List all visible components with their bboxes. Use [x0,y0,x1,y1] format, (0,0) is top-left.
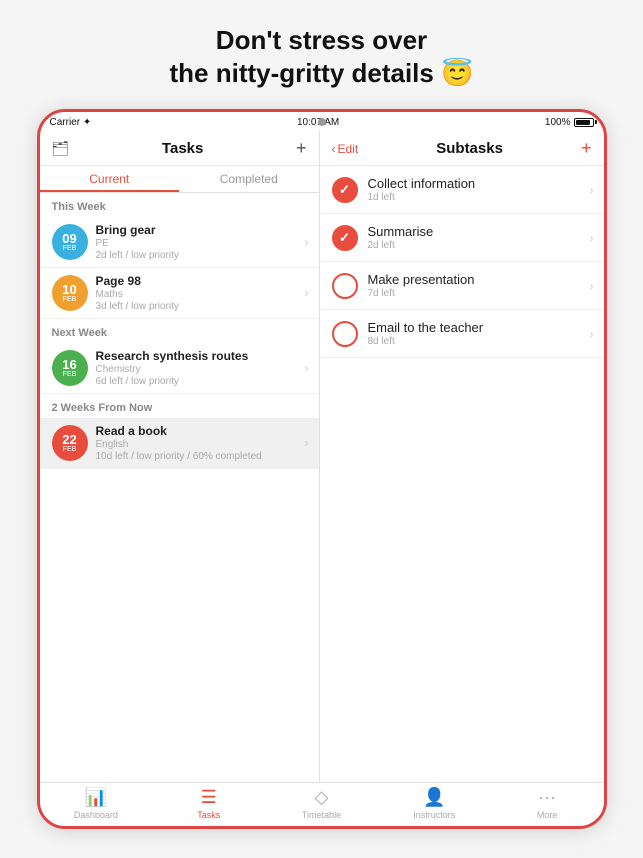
ipad-frame: Carrier ✦ 10:07 AM 100% 🗂 Tasks + Curren… [37,109,607,829]
right-panel-header: ‹ Edit Subtasks + [320,130,604,166]
nav-label-tasks: Tasks [197,810,220,820]
task-item-bring-gear[interactable]: 09 Feb Bring gear PE 2d left / low prior… [40,217,319,268]
chevron-left-icon: ‹ [332,142,336,156]
chevron-icon: › [305,361,309,375]
check-circle-email[interactable] [332,321,358,347]
task-item-page98[interactable]: 10 Feb Page 98 Maths 3d left / low prior… [40,268,319,319]
chevron-icon: › [590,327,594,341]
subtask-info-summarise: Summarise 2d left [368,224,590,251]
subtask-list: Collect information 1d left › Summarise … [320,166,604,782]
subtask-info-presentation: Make presentation 7d left [368,272,590,299]
headline: Don't stress overthe nitty-gritty detail… [140,24,504,89]
nav-item-more[interactable]: ··· More [491,787,604,820]
time: 10:07 AM [297,117,339,128]
task-item-research[interactable]: 16 Feb Research synthesis routes Chemist… [40,343,319,394]
chevron-icon: › [305,436,309,450]
task-info-research: Research synthesis routes Chemistry 6d l… [96,349,305,387]
bottom-nav: 📊 Dashboard ☰ Tasks ◇ Timetable 👤 Instru… [40,782,604,826]
date-badge-22: 22 Feb [52,425,88,461]
instructors-icon: 👤 [423,787,445,808]
battery-percent: 100% [545,117,571,128]
tasks-icon: ☰ [201,787,217,808]
tab-current[interactable]: Current [40,166,180,192]
add-task-button[interactable]: + [296,138,307,159]
nav-item-timetable[interactable]: ◇ Timetable [265,787,378,820]
subtask-summarise[interactable]: Summarise 2d left › [320,214,604,262]
add-subtask-button[interactable]: + [581,138,592,159]
task-info-bring-gear: Bring gear PE 2d left / low priority [96,223,305,261]
folder-icon: 🗂 [52,140,70,157]
task-list: This Week 09 Feb Bring gear PE 2d left /… [40,193,319,782]
right-panel: ‹ Edit Subtasks + Collect information 1d… [320,130,604,782]
task-item-read-book[interactable]: 22 Feb Read a book English 10d left / lo… [40,418,319,469]
nav-item-dashboard[interactable]: 📊 Dashboard [40,787,153,820]
task-info-page98: Page 98 Maths 3d left / low priority [96,274,305,312]
chevron-icon: › [590,231,594,245]
subtask-make-presentation[interactable]: Make presentation 7d left › [320,262,604,310]
carrier: Carrier ✦ [50,117,92,128]
battery-icon [574,118,594,127]
section-next-week: Next Week [40,319,319,343]
subtask-email-teacher[interactable]: Email to the teacher 8d left › [320,310,604,358]
more-icon: ··· [538,787,556,808]
subtask-info-collect: Collect information 1d left [368,176,590,203]
status-bar: Carrier ✦ 10:07 AM 100% [40,112,604,130]
subtask-info-email: Email to the teacher 8d left [368,320,590,347]
edit-label: Edit [338,142,359,156]
nav-label-dashboard: Dashboard [74,810,118,820]
timetable-icon: ◇ [315,787,329,808]
tab-bar: Current Completed [40,166,319,193]
back-button[interactable]: ‹ Edit [332,142,359,156]
nav-label-timetable: Timetable [302,810,341,820]
left-panel-title: Tasks [162,140,203,157]
nav-item-tasks[interactable]: ☰ Tasks [152,787,265,820]
page-wrapper: Don't stress overthe nitty-gritty detail… [0,0,643,858]
date-badge-16: 16 Feb [52,350,88,386]
chevron-icon: › [590,279,594,293]
check-circle-summarise[interactable] [332,225,358,251]
right-panel-title: Subtasks [436,140,503,157]
left-panel-header: 🗂 Tasks + [40,130,319,166]
nav-item-instructors[interactable]: 👤 Instructors [378,787,491,820]
subtask-collect-info[interactable]: Collect information 1d left › [320,166,604,214]
nav-label-more: More [537,810,558,820]
date-badge-10: 10 Feb [52,275,88,311]
dashboard-icon: 📊 [85,787,107,808]
task-info-read-book: Read a book English 10d left / low prior… [96,424,305,462]
chevron-icon: › [590,183,594,197]
check-circle-collect[interactable] [332,177,358,203]
chevron-icon: › [305,286,309,300]
app-content: 🗂 Tasks + Current Completed This Week 09… [40,130,604,782]
check-circle-presentation[interactable] [332,273,358,299]
chevron-icon: › [305,235,309,249]
battery-area: 100% [545,117,594,128]
date-badge-09: 09 Feb [52,224,88,260]
tab-completed[interactable]: Completed [179,166,319,192]
left-panel: 🗂 Tasks + Current Completed This Week 09… [40,130,320,782]
section-this-week: This Week [40,193,319,217]
section-2weeks: 2 Weeks From Now [40,394,319,418]
nav-label-instructors: Instructors [413,810,455,820]
